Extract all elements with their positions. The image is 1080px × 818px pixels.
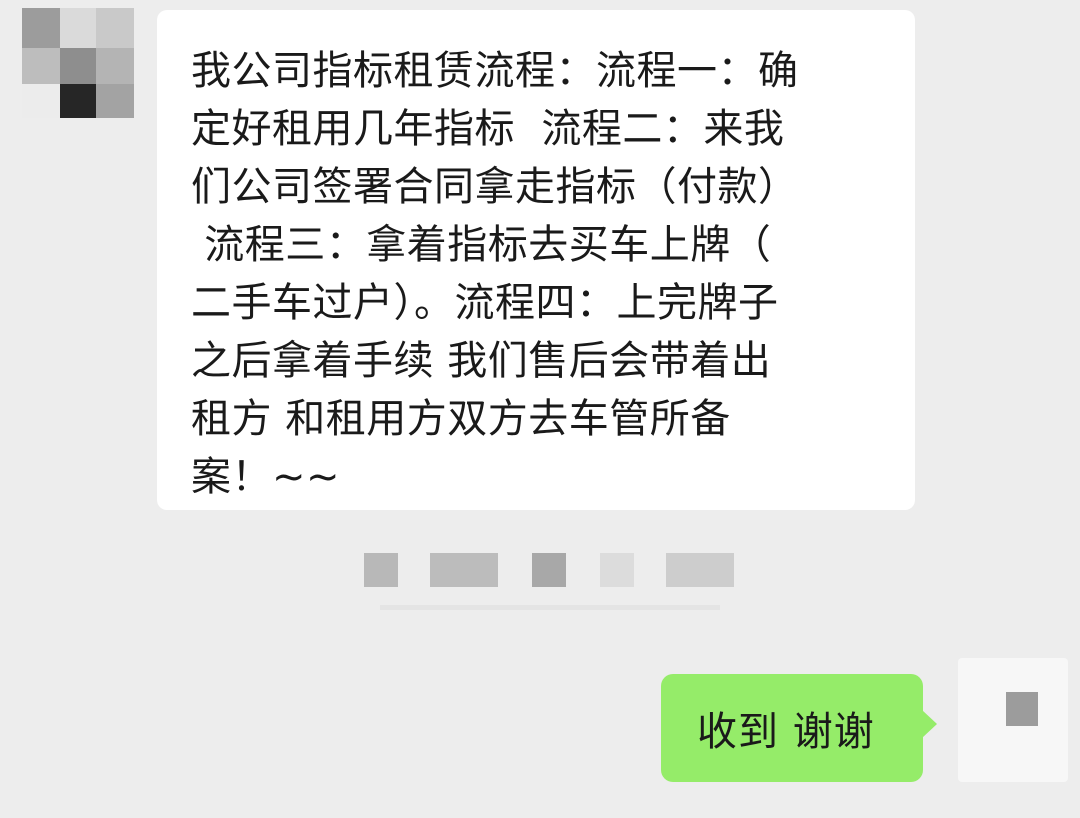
incoming-message-text: 我公司指标租赁流程：流程一：确 定好租用几年指标 流程二：来我 们公司签署合同拿… [191,48,799,500]
incoming-message-bubble[interactable]: 我公司指标租赁流程：流程一：确 定好租用几年指标 流程二：来我 们公司签署合同拿… [157,10,915,510]
outgoing-message-text: 收到 谢谢 [697,709,875,755]
contact-avatar[interactable] [22,8,134,118]
message-timestamp [360,553,740,623]
outgoing-message-bubble[interactable]: 收到 谢谢 [661,674,937,782]
self-avatar[interactable] [958,658,1068,782]
